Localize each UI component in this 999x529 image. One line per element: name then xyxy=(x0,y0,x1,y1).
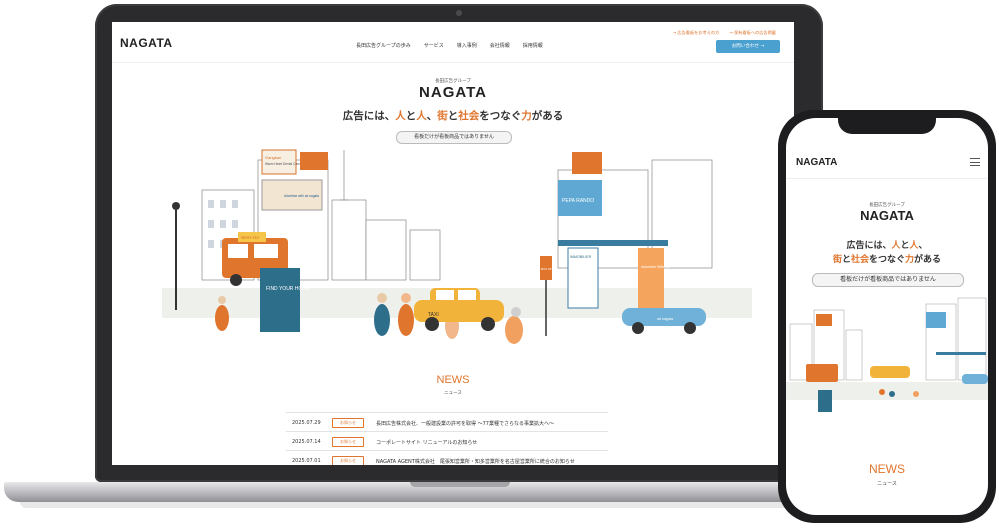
laptop-notch xyxy=(410,482,510,487)
news-date: 2025.07.29 xyxy=(292,420,321,426)
news-badge: お知らせ xyxy=(332,418,364,428)
contact-button[interactable]: お問い合わせ → xyxy=(716,40,780,53)
find-your-home-sign xyxy=(260,268,300,332)
news-subtitle: ニュース xyxy=(444,391,462,396)
news-date: 2025.07.01 xyxy=(292,458,321,464)
news-badge: お知らせ xyxy=(332,456,364,465)
mobile-brand: NAGATA xyxy=(860,208,914,223)
phone-notch xyxy=(838,118,936,134)
svg-text:ad nagata: ad nagata xyxy=(657,317,673,321)
nav-item-cases[interactable]: 導入事例 xyxy=(457,42,477,49)
top-links: → 広告看板をお考えの方 → 保有看板への広告掲載 xyxy=(673,30,776,36)
hamburger-menu-icon[interactable] xyxy=(970,158,980,169)
news-item[interactable]: 2025.07.01 お知らせ NAGATA AGENT株式会社 尾張知営業所・… xyxy=(286,450,608,465)
news-text[interactable]: NAGATA AGENT株式会社 尾張知営業所・知多営業所を名古屋営業所に統合の… xyxy=(376,458,575,465)
news-text[interactable]: コーポレートサイト リニューアルのお知らせ xyxy=(376,439,477,446)
svg-text:Warm Heart Dental Care: Warm Heart Dental Care xyxy=(265,162,300,166)
svg-text:FIND YOUR HOME: FIND YOUR HOME xyxy=(266,286,310,292)
svg-text:TAXI: TAXI xyxy=(428,312,439,318)
news-text[interactable]: 長田広告株式会社、一般建設業の許可を取得 〜77業種でさらなる事業拡大へ〜 xyxy=(376,420,554,427)
nav-item-recruit[interactable]: 採用情報 xyxy=(523,42,543,49)
svg-text:Advertise With Us: Advertise With Us xyxy=(641,265,670,269)
mobile-tagline-line2: 街と社会をつなぐ力がある xyxy=(832,255,942,265)
main-nav: 長田広告グループの歩み サービス 導入事例 会社情報 採用情報 xyxy=(356,42,543,49)
svg-text:BUS STOP: BUS STOP xyxy=(541,267,556,271)
site-header: NAGATA 長田広告グループの歩み サービス 導入事例 会社情報 採用情報 →… xyxy=(112,22,794,63)
city-illustration: Gangkan Warm Heart Dental Care Advertise… xyxy=(162,149,752,344)
mobile-news-title: NEWS xyxy=(869,462,905,476)
link-billboard-consider[interactable]: → 広告看板をお考えの方 xyxy=(673,30,720,36)
svg-text:Advertise with ad nagata: Advertise with ad nagata xyxy=(284,194,319,198)
camera-icon xyxy=(456,10,462,16)
site-logo[interactable]: NAGATA xyxy=(120,36,173,50)
news-date: 2025.07.14 xyxy=(292,439,321,445)
billboard-dental-text: Gangkan xyxy=(265,155,281,160)
mobile-news-subtitle: ニュース xyxy=(877,481,897,487)
svg-text:WAH HA: WAH HA xyxy=(241,235,260,240)
svg-text:PEPA RANDO: PEPA RANDO xyxy=(562,198,594,204)
hero-brand: NAGATA xyxy=(419,84,487,101)
link-billboard-placement[interactable]: → 保有看板への広告掲載 xyxy=(729,30,776,36)
mobile-tagline-line1: 広告には、人と人、 xyxy=(846,241,928,251)
mobile-pill: 看板だけが看板商品ではありません xyxy=(812,273,964,287)
news-item[interactable]: 2025.07.14 お知らせ コーポレートサイト リニューアルのお知らせ xyxy=(286,431,608,452)
nav-item-company[interactable]: 会社情報 xyxy=(490,42,510,49)
news-title: NEWS xyxy=(436,374,470,386)
news-badge: お知らせ xyxy=(332,437,364,447)
nav-item-services[interactable]: サービス xyxy=(424,42,444,49)
hero-tagline: 広告には、人と人、街と社会をつなぐ力がある xyxy=(342,110,564,122)
phone-screen: NAGATA 長田広告グループ NAGATA 広告には、人と人、 街と社会をつな… xyxy=(786,118,988,515)
mobile-logo[interactable]: NAGATA xyxy=(796,157,837,168)
laptop-shadow xyxy=(20,502,880,508)
mobile-city-illustration xyxy=(786,297,988,412)
mobile-header-divider xyxy=(786,178,988,179)
laptop-screen: NAGATA 長田広告グループの歩み サービス 導入事例 会社情報 採用情報 →… xyxy=(112,22,794,465)
svg-text:IMMOBILIER: IMMOBILIER xyxy=(570,255,592,259)
nav-item-history[interactable]: 長田広告グループの歩み xyxy=(356,42,411,49)
news-item[interactable]: 2025.07.29 お知らせ 長田広告株式会社、一般建設業の許可を取得 〜77… xyxy=(286,412,608,433)
